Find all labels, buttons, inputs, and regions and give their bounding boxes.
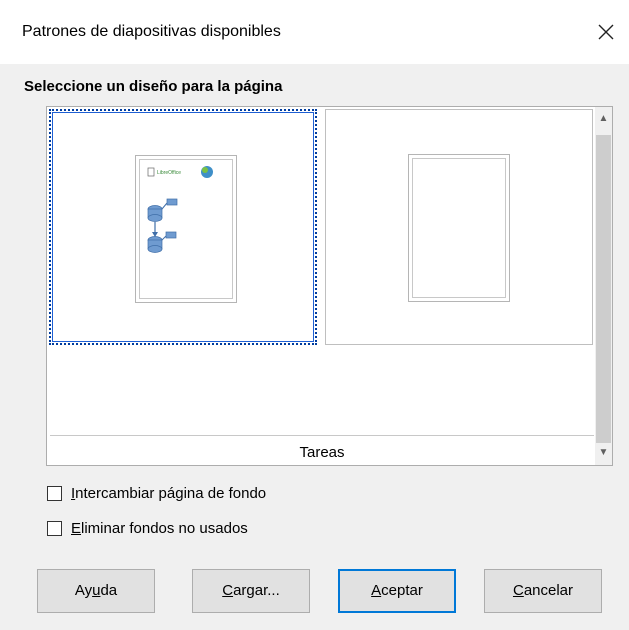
- checkbox-box[interactable]: [47, 520, 62, 536]
- chevron-up-icon[interactable]: ▲: [595, 109, 612, 129]
- load-button[interactable]: Cargar...: [192, 569, 310, 613]
- help-button[interactable]: Ayuda: [37, 569, 155, 613]
- close-icon: [598, 24, 614, 40]
- page-preview: [408, 154, 510, 302]
- section-label: Seleccione un diseño para la página: [24, 78, 283, 95]
- design-list-viewport: LibreOffice Tareas: [47, 107, 597, 465]
- chevron-down-icon[interactable]: ▼: [595, 443, 612, 463]
- close-button[interactable]: [583, 0, 629, 64]
- swap-background-label: Intercambiar página de fondo: [71, 484, 267, 502]
- ok-button[interactable]: Aceptar: [338, 569, 456, 613]
- page-preview-frame: LibreOffice: [139, 159, 233, 299]
- vertical-scrollbar[interactable]: ▲ ▼: [595, 107, 612, 465]
- flowchart-preview-graphic: LibreOffice: [147, 166, 213, 253]
- page-preview-frame: [412, 158, 506, 298]
- title-bar: Patrones de diapositivas disponibles: [0, 0, 629, 64]
- design-list[interactable]: LibreOffice Tareas ▲ ▼: [46, 106, 613, 466]
- group-separator: [50, 435, 594, 436]
- design-tile-flowchart[interactable]: LibreOffice: [49, 109, 317, 345]
- swap-background-checkbox[interactable]: Intercambiar página de fondo: [47, 483, 266, 503]
- delete-unused-checkbox[interactable]: Eliminar fondos no usados: [47, 518, 248, 538]
- checkbox-box[interactable]: [47, 485, 62, 501]
- cancel-button[interactable]: Cancelar: [484, 569, 602, 613]
- group-label: Tareas: [299, 444, 345, 461]
- delete-unused-label: Eliminar fondos no usados: [71, 519, 248, 537]
- design-tile-blank[interactable]: [325, 109, 593, 345]
- page-preview: LibreOffice: [135, 155, 237, 303]
- thumb-logo-text: LibreOffice: [157, 170, 181, 176]
- scrollbar-thumb[interactable]: [596, 135, 611, 443]
- dialog-title: Patrones de diapositivas disponibles: [22, 23, 281, 40]
